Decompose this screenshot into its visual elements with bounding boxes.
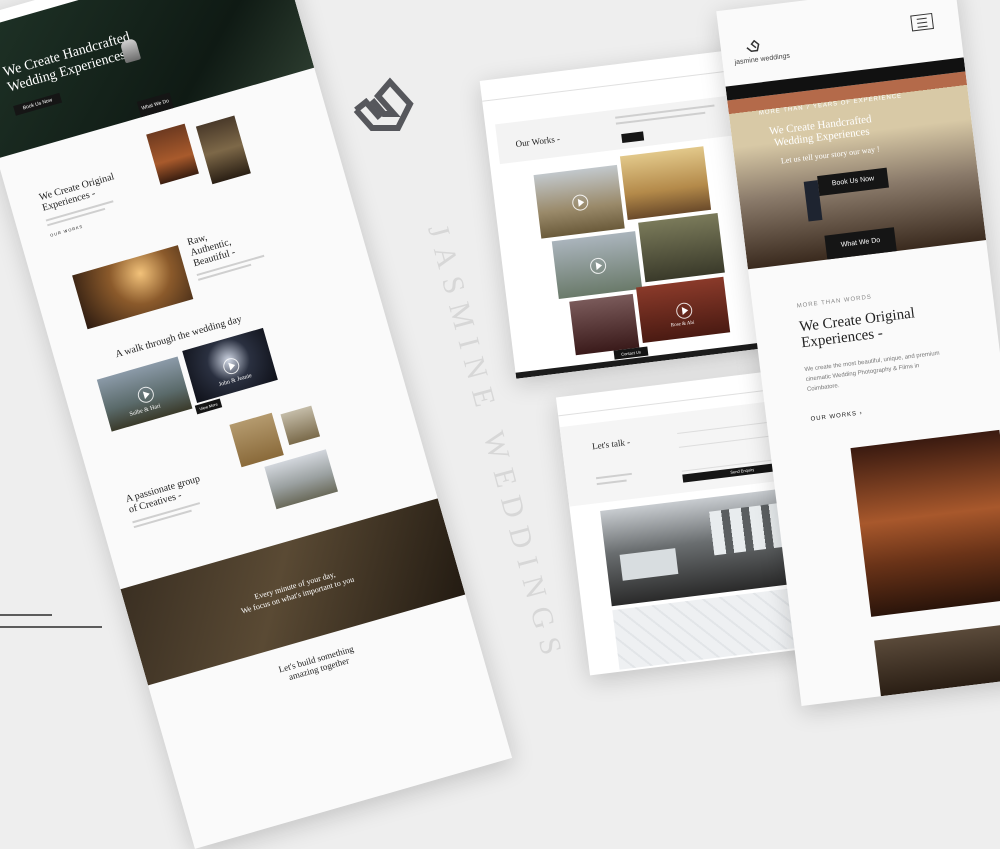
mobile-our-works-link[interactable]: OUR WORKS › bbox=[810, 410, 863, 422]
mobile-eyebrow-2: MORE THAN WORDS bbox=[796, 294, 873, 310]
play-icon[interactable] bbox=[221, 356, 242, 376]
hero-title: We Create Handcrafted Wedding Experience… bbox=[1, 29, 132, 96]
photo-couple-mountain bbox=[264, 449, 338, 510]
quote-band: Every minute of your day, We focus on wh… bbox=[120, 498, 466, 686]
chevron-right-icon[interactable]: › bbox=[859, 410, 863, 416]
section-creatives-title: A passionate group of Creatives - bbox=[124, 473, 202, 516]
mobile-book-button[interactable]: Book Us Now bbox=[817, 167, 890, 197]
section-raw-title: Raw, Authentic, Beautiful - bbox=[186, 232, 237, 270]
mobile-section-body: We create the most beautiful, unique, an… bbox=[804, 350, 940, 393]
play-icon[interactable] bbox=[675, 301, 694, 320]
what-we-do-tab[interactable]: What We Do bbox=[136, 92, 174, 118]
work-thumb[interactable] bbox=[638, 212, 725, 283]
quote-text: Every minute of your day, We focus on wh… bbox=[240, 569, 356, 616]
section-build-title: Let's build something amazing together bbox=[277, 643, 355, 683]
nav-bar bbox=[482, 69, 741, 102]
our-works-link[interactable]: OUR WORKS bbox=[50, 224, 84, 238]
play-icon[interactable] bbox=[589, 256, 608, 275]
video-thumb-john-jeanie[interactable]: John & Jeanie bbox=[182, 327, 278, 403]
photo-couple-door bbox=[195, 115, 251, 185]
hero-book-button[interactable]: Book Us Now bbox=[13, 92, 63, 116]
menu-icon[interactable] bbox=[916, 17, 928, 28]
mobile-hero-sub: Let us tell your story our way ! bbox=[780, 144, 881, 166]
decorative-line bbox=[0, 614, 52, 616]
couple-name: Rose & Abi bbox=[670, 320, 695, 329]
menu-button[interactable] bbox=[910, 12, 935, 32]
projection-screen bbox=[619, 548, 679, 581]
mobile-photo-staircase bbox=[850, 429, 1000, 617]
mobile-logo-icon bbox=[744, 38, 761, 53]
decorative-line bbox=[0, 626, 102, 628]
video-thumb-sulbe-hari[interactable]: Sulbe & Hari bbox=[96, 356, 193, 432]
work-thumb[interactable] bbox=[569, 293, 640, 356]
play-icon[interactable] bbox=[135, 384, 156, 405]
work-thumb[interactable] bbox=[619, 146, 712, 220]
photo-celebration bbox=[72, 245, 194, 330]
photo-couple-veil bbox=[280, 405, 321, 446]
mobile-eyebrow: MORE THAN 7 YEARS OF EXPERIENCE bbox=[758, 93, 903, 117]
swan-logo-icon bbox=[350, 74, 416, 140]
couple-name: Sulbe & Hari bbox=[128, 403, 162, 418]
mobile-photo-next bbox=[874, 622, 1000, 697]
section-original-title: We Create Original Experiences - bbox=[37, 171, 116, 214]
work-thumb[interactable] bbox=[533, 164, 625, 239]
mobile-section-title: We Create Original Experiences - bbox=[798, 305, 916, 352]
mobile-hero-title: We Create Handcrafted Wedding Experience… bbox=[768, 113, 873, 150]
play-icon[interactable] bbox=[571, 193, 590, 212]
couple-name: John & Jeanie bbox=[218, 372, 253, 389]
mobile-brand-name: jasmine weddings bbox=[734, 52, 791, 67]
photo-couple-field bbox=[229, 412, 284, 468]
work-thumb[interactable] bbox=[551, 231, 643, 299]
work-thumb-rose-abi[interactable]: Rose & Abi bbox=[636, 276, 731, 344]
long-page-mockup: We Create Handcrafted Wedding Experience… bbox=[0, 0, 513, 849]
photo-couple-staircase bbox=[146, 123, 199, 185]
